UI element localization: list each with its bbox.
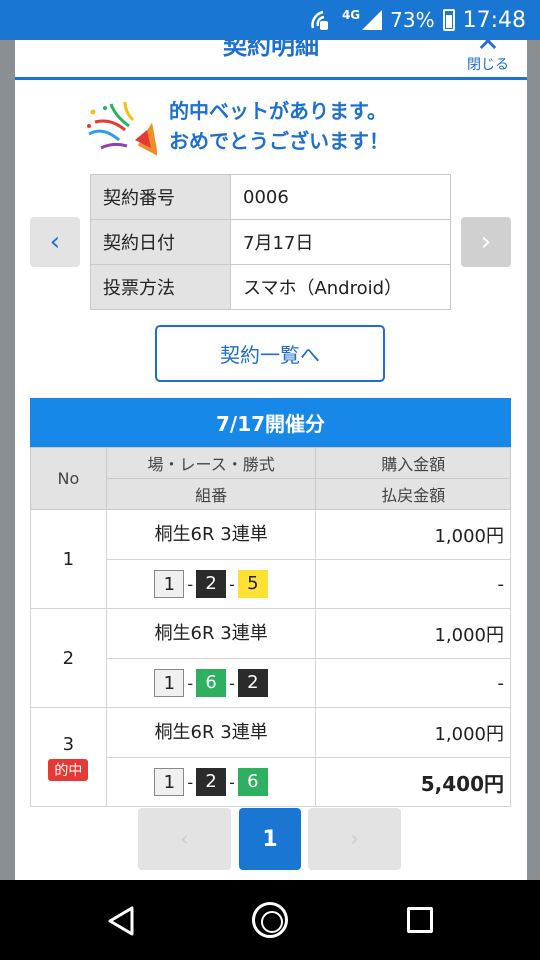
battery-percent: 73% [390, 8, 435, 32]
chevron-left-icon: ‹ [180, 826, 189, 852]
table-row: 1 桐生6R 3連単 1,000円 [30, 509, 511, 609]
combo-dash: - [187, 673, 194, 693]
contract-value: スマホ（Android） [230, 264, 451, 310]
table-row: 3 的中 桐生6R 3連単 1,000円 [30, 707, 511, 807]
header-purchase: 購入金額 [315, 447, 511, 479]
payout-amount: - [315, 559, 511, 609]
boat-number: 6 [237, 768, 268, 796]
boat-number: 2 [196, 768, 227, 796]
combo-dash: - [187, 574, 194, 594]
contract-row: 投票方法 スマホ（Android） [90, 264, 451, 310]
bet-table: No 場・レース・勝式 購入金額 組番 払戻金額 1 桐生6R 3連単 1,00… [30, 447, 511, 807]
clock: 17:48 [462, 7, 526, 33]
page-current-button[interactable]: 1 [239, 808, 301, 870]
contract-info-table: 契約番号 0006 契約日付 7月17日 投票方法 スマホ（Android） [90, 174, 451, 310]
boat-number: 6 [196, 669, 227, 697]
hit-notice: 的中ベットがあります。 おめでとうございます！ [85, 96, 465, 160]
modal-header: 契約明細 ✕ 閉じる [15, 40, 527, 80]
chevron-right-icon: › [350, 826, 359, 852]
purchase-amount: 1,000円 [315, 509, 511, 560]
race-name: 桐生6R 3連単 [105, 608, 317, 659]
race-name: 桐生6R 3連単 [105, 707, 317, 758]
bet-no-cell: 2 [30, 608, 107, 708]
boat-number: 5 [237, 570, 268, 598]
hit-message: 的中ベットがあります。 おめでとうございます！ [169, 96, 389, 156]
hit-badge: 的中 [48, 758, 89, 781]
contract-value: 0006 [230, 174, 451, 220]
race-name: 桐生6R 3連単 [105, 509, 317, 560]
chevron-right-icon: › [480, 227, 492, 257]
combo-cell: 1 - 6 - 2 [105, 658, 317, 708]
chevron-left-icon: ‹ [49, 227, 61, 257]
boat-number: 1 [154, 669, 185, 697]
header-payout: 払戻金額 [315, 478, 511, 510]
page-next-button[interactable]: › [308, 808, 401, 870]
prev-contract-button[interactable]: ‹ [30, 217, 80, 267]
boat-number: 1 [154, 768, 185, 796]
battery-icon [442, 9, 455, 31]
hit-message-line-1: 的中ベットがあります。 [169, 99, 387, 123]
purchase-amount: 1,000円 [315, 707, 511, 758]
date-header: 7/17開催分 [30, 398, 511, 447]
header-combo: 組番 [105, 478, 317, 510]
close-button[interactable]: ✕ 閉じる [465, 40, 511, 74]
combo: 1 - 2 - 6 [108, 759, 315, 805]
purchase-amount: 1,000円 [315, 608, 511, 659]
boat-number: 2 [196, 570, 227, 598]
signal-icon [362, 10, 383, 30]
table-row: 2 桐生6R 3連単 1,000円 [30, 608, 511, 708]
combo-dash: - [187, 772, 194, 792]
combo-cell: 1 - 2 - 6 [105, 757, 317, 807]
table-header-row: No 場・レース・勝式 購入金額 [30, 447, 511, 510]
contract-label: 投票方法 [90, 264, 231, 310]
payout-amount: 5,400円 [315, 757, 511, 807]
bet-no: 3 [62, 733, 75, 755]
combo-dash: - [229, 772, 235, 792]
recents-icon[interactable] [407, 907, 433, 933]
combo-dash: - [229, 673, 235, 693]
home-icon[interactable] [252, 902, 288, 938]
bet-no: 1 [62, 548, 75, 570]
contract-row: 契約番号 0006 [90, 174, 451, 220]
next-contract-button[interactable]: › [461, 217, 511, 267]
navigation-bar [0, 880, 540, 960]
close-label: 閉じる [467, 57, 509, 73]
status-bar: 4G 73% 17:48 [0, 0, 540, 40]
network-type: 4G [341, 8, 361, 22]
boat-number: 2 [237, 669, 268, 697]
wifi-call-icon [311, 10, 328, 30]
boat-number: 1 [154, 570, 185, 598]
page-prev-button[interactable]: ‹ [138, 808, 231, 870]
header-race: 場・レース・勝式 [105, 447, 317, 479]
contract-detail-modal: 契約明細 ✕ 閉じる 的中ベットがあります。 おめでとうございます！ ‹ › 契… [15, 40, 527, 880]
contract-label: 契約番号 [90, 174, 231, 220]
hit-message-line-2: おめでとうございます！ [169, 129, 389, 153]
bet-no: 2 [62, 647, 75, 669]
pagination: ‹ 1 › [138, 808, 402, 870]
combo-cell: 1 - 2 - 5 [105, 559, 317, 609]
bet-no-cell: 1 [30, 509, 107, 609]
combo: 1 - 6 - 2 [108, 660, 315, 706]
combo: 1 - 2 - 5 [108, 561, 315, 607]
combo-dash: - [229, 574, 235, 594]
contract-list-button[interactable]: 契約一覧へ [155, 325, 385, 382]
party-popper-icon [87, 101, 157, 156]
payout-amount: - [315, 658, 511, 708]
header-no: No [30, 447, 107, 510]
contract-value: 7月17日 [230, 219, 451, 265]
bet-no-cell: 3 的中 [30, 707, 107, 807]
modal-title: 契約明細 [223, 40, 319, 60]
contract-label: 契約日付 [90, 219, 231, 265]
back-icon[interactable] [106, 905, 136, 937]
contract-row: 契約日付 7月17日 [90, 219, 451, 265]
